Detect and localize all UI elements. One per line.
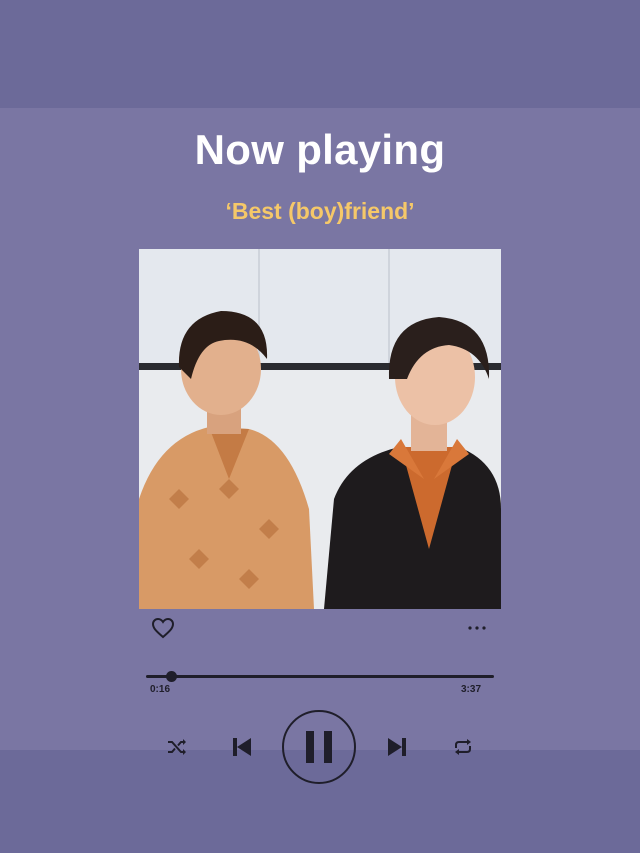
now-playing-heading: Now playing: [194, 126, 446, 173]
track-duration: 3:37: [461, 684, 482, 695]
top-band: [0, 0, 640, 108]
album-art: [139, 249, 501, 609]
song-title: ‘Best (boy)friend’: [225, 198, 415, 224]
shuffle-icon[interactable]: [166, 737, 188, 757]
repeat-icon[interactable]: [452, 737, 474, 757]
more-options-icon[interactable]: [466, 616, 488, 636]
skip-next-icon[interactable]: [386, 736, 408, 758]
progress-track[interactable]: [146, 675, 494, 678]
skip-previous-icon[interactable]: [231, 736, 253, 758]
pause-icon: [306, 731, 332, 763]
current-time: 0:16: [150, 684, 171, 695]
heart-icon[interactable]: [151, 617, 175, 639]
progress-knob[interactable]: [166, 671, 178, 682]
play-pause-button[interactable]: [282, 710, 356, 784]
